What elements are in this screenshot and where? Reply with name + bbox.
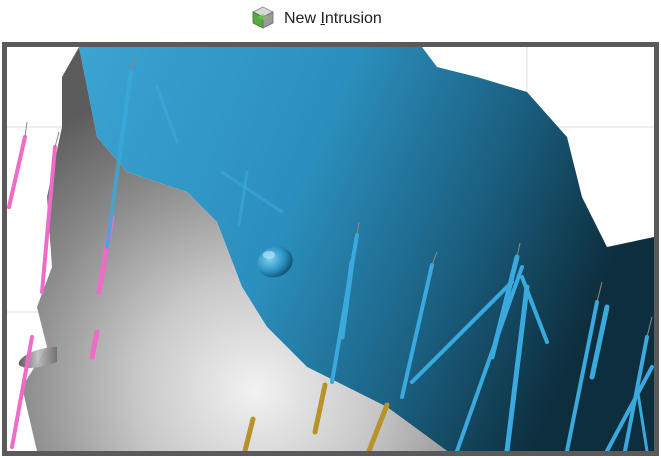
toolbar: New Intrusion [0, 0, 661, 40]
scene-canvas[interactable] [7, 47, 654, 451]
intrusion-blob-highlight [263, 251, 275, 259]
intrusion-cube-icon [250, 4, 276, 35]
3d-viewport[interactable] [2, 42, 659, 456]
new-intrusion-button[interactable]: New Intrusion [244, 5, 388, 33]
new-intrusion-label: New Intrusion [284, 10, 382, 27]
